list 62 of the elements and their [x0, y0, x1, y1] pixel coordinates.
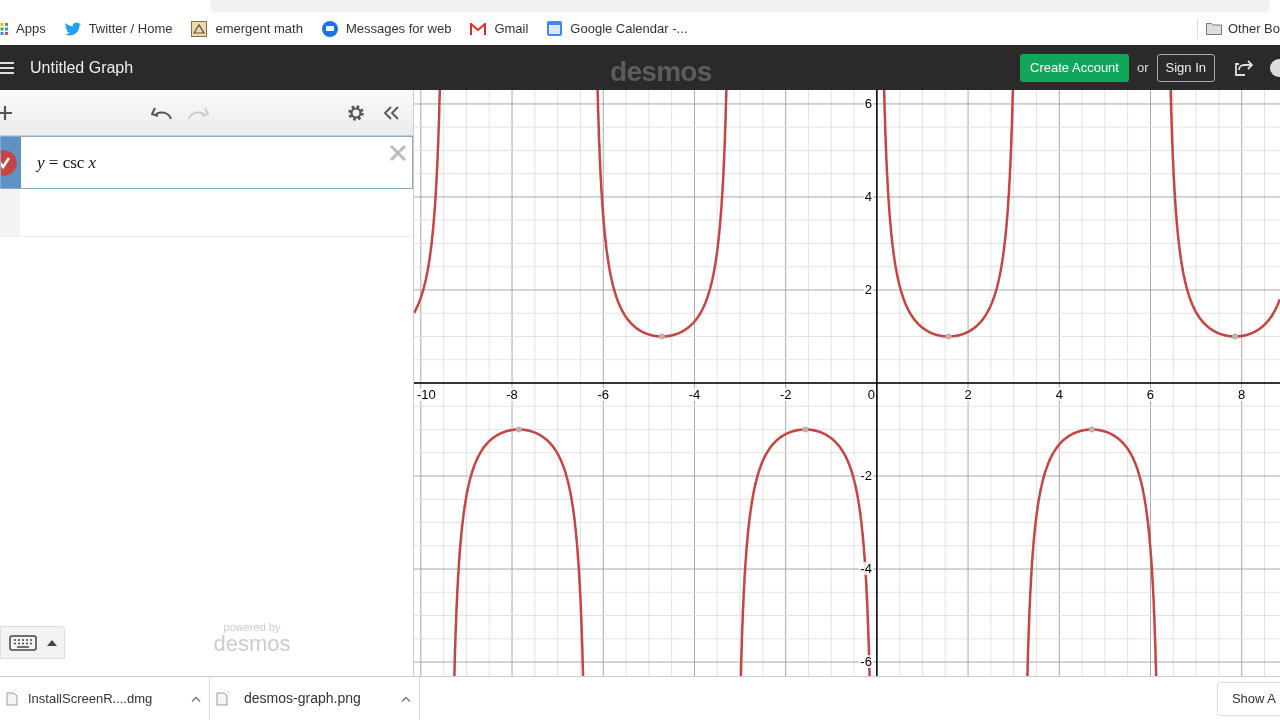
y-tick-label: -4 [859, 562, 873, 576]
collapse-icon[interactable] [383, 104, 399, 121]
bookmark-link[interactable]: emergent math [191, 18, 303, 39]
bookmark-link[interactable]: Gmail [470, 18, 529, 39]
expression-tab[interactable] [1, 137, 21, 188]
menu-icon[interactable] [0, 60, 14, 75]
calendar-icon [547, 21, 563, 36]
extremum-point [802, 426, 809, 433]
apps-grid-icon [0, 22, 8, 35]
y-tick-label: -6 [859, 655, 873, 669]
extremum-point [1232, 333, 1239, 340]
download-item[interactable]: InstallScreenR....dmg [0, 677, 210, 720]
x-tick-label: -4 [687, 388, 702, 401]
x-tick-label: 8 [1237, 388, 1247, 401]
undo-icon[interactable] [150, 105, 173, 120]
caret-icon [46, 639, 57, 646]
settings-icon[interactable] [347, 103, 365, 122]
folder-icon [1205, 22, 1222, 35]
add-icon[interactable] [0, 105, 12, 120]
bookmark-link[interactable]: Apps [0, 18, 46, 39]
y-tick-label: 6 [863, 96, 873, 110]
y-tick-label: 2 [863, 282, 873, 296]
file-icon [6, 691, 18, 706]
graph-paper[interactable]: -10 -8 -6 -4 -2 0 2 4 6 8 6 4 2 -2 -4 -6 [414, 90, 1280, 676]
extremum-point [658, 333, 665, 340]
y-tick-label: -2 [859, 469, 873, 482]
x-tick-label: 6 [1145, 388, 1156, 401]
bird-icon [64, 21, 81, 36]
keyboard-icon [8, 634, 37, 651]
download-item[interactable]: desmos-graph.png [210, 677, 420, 720]
x-tick-label: 2 [963, 388, 973, 401]
graph-title[interactable]: Untitled Graph [30, 55, 134, 80]
bookmark-link[interactable]: Twitter / Home [64, 18, 173, 39]
x-tick-label: 0 [866, 388, 877, 401]
share-icon[interactable] [1235, 59, 1253, 76]
x-tick-label: 4 [1054, 388, 1064, 401]
framed-picture-icon [191, 20, 208, 37]
extremum-point [1088, 426, 1095, 433]
chat-bubble-icon [321, 20, 338, 37]
or-text: or [1136, 58, 1149, 77]
download-file-name: desmos-graph.png [244, 689, 362, 708]
sign-in-button[interactable]: Sign In [1156, 53, 1215, 82]
x-tick-label: -2 [778, 388, 793, 401]
keyboard-button[interactable] [0, 626, 65, 659]
x-tick-label: -10 [416, 388, 437, 401]
chevron-up-icon[interactable] [191, 695, 201, 702]
expression-formula[interactable]: y = csc x [37, 149, 390, 176]
download-file-name: InstallScreenR....dmg [28, 689, 154, 708]
visibility-toggle-icon[interactable] [1, 149, 17, 176]
file-icon [216, 691, 228, 706]
x-tick-label: -6 [596, 388, 611, 401]
bookmark-link[interactable]: Google Calendar -... [547, 18, 688, 39]
chevron-up-icon[interactable] [401, 695, 411, 702]
bookmark-link[interactable]: Messages for web [321, 18, 452, 39]
show-all-button[interactable]: Show A [1216, 681, 1280, 716]
bookmark-folder[interactable]: Other Bo [1205, 18, 1280, 39]
mail-icon [470, 22, 487, 35]
extremum-point [515, 426, 522, 433]
y-tick-label: 4 [863, 189, 873, 203]
x-tick-label: -8 [505, 388, 519, 401]
extremum-point [945, 333, 952, 340]
expression-row[interactable]: y = csc x [0, 136, 413, 189]
